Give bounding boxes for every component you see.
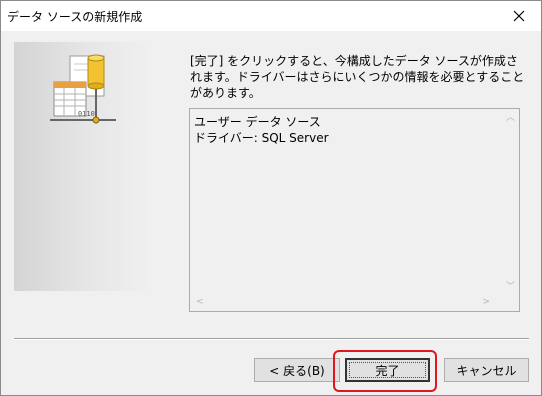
highlight-annotation <box>333 350 437 392</box>
details-line-driver: ドライバー: SQL Server <box>194 131 329 145</box>
scroll-up-arrow-icon[interactable]: ︿ <box>506 113 515 123</box>
scroll-down-arrow-icon[interactable]: ﹀ <box>506 282 515 292</box>
database-datasource-icon: 0110 <box>50 54 116 124</box>
svg-text:0110: 0110 <box>78 110 95 118</box>
separator <box>14 338 529 340</box>
close-button[interactable] <box>497 1 541 31</box>
back-button-label: < 戻る(B) <box>269 363 325 378</box>
horizontal-scrollbar[interactable]: < > <box>190 294 502 311</box>
wizard-side-panel: 0110 <box>14 42 147 291</box>
back-button[interactable]: < 戻る(B) <box>254 358 340 382</box>
scroll-right-arrow-icon[interactable]: > <box>482 297 490 307</box>
details-line-type: ユーザー データ ソース <box>194 115 321 129</box>
vertical-scrollbar[interactable]: ︿ ﹀ <box>502 109 519 294</box>
close-icon <box>513 10 525 22</box>
completion-message: [完了] をクリックすると、今構成したデータ ソースが作成されます。ドライバーは… <box>190 54 525 100</box>
dialog-window: データ ソースの新規作成 0110 [完了] をクリックすると、今構成したデータ… <box>0 0 542 396</box>
title-bar[interactable]: データ ソースの新規作成 <box>1 1 541 31</box>
cancel-button-label: キャンセル <box>456 363 517 378</box>
scroll-left-arrow-icon[interactable]: < <box>196 297 204 307</box>
details-box[interactable]: ユーザー データ ソース ドライバー: SQL Server ︿ ﹀ < > <box>189 108 520 312</box>
window-title: データ ソースの新規作成 <box>7 10 143 24</box>
cancel-button[interactable]: キャンセル <box>444 358 529 382</box>
